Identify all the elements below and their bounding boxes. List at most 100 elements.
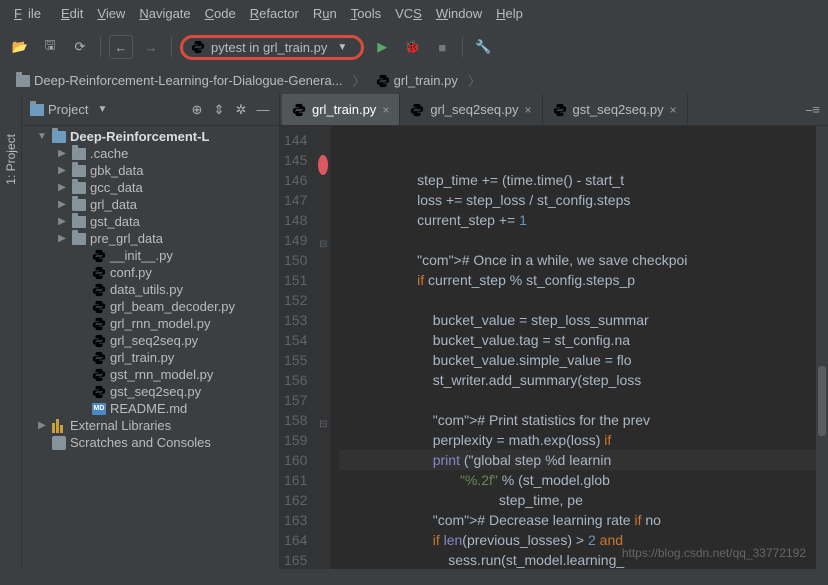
project-panel-title: Project [48, 102, 88, 117]
menu-edit[interactable]: Edit [55, 4, 89, 23]
tree-file[interactable]: grl_rnn_model.py [22, 315, 279, 332]
project-tree[interactable]: ▼ Deep-Reinforcement-L ▶.cache▶gbk_data▶… [22, 126, 279, 569]
markdown-icon: MD [92, 403, 106, 415]
folder-icon [72, 182, 86, 194]
tree-file-readme[interactable]: MD README.md [22, 400, 279, 417]
menu-help[interactable]: Help [490, 4, 529, 23]
tool-window-button-project[interactable]: 1: Project [4, 134, 18, 185]
expand-toggle-icon[interactable]: ▶ [56, 165, 68, 176]
tree-file[interactable]: __init__.py [22, 247, 279, 264]
code-content[interactable]: step_time += (time.time() - start_t loss… [331, 126, 816, 569]
menu-tools[interactable]: Tools [345, 4, 387, 23]
python-icon [292, 103, 306, 117]
run-configuration-selector[interactable]: pytest in grl_train.py ▼ [180, 35, 364, 60]
tree-dir[interactable]: ▶.cache [22, 145, 279, 162]
tree-file[interactable]: gst_rnn_model.py [22, 366, 279, 383]
menu-refactor[interactable]: Refactor [244, 4, 305, 23]
expand-all-icon[interactable]: ⇕ [211, 102, 227, 118]
scrollbar-thumb[interactable] [818, 366, 826, 436]
menu-vcs[interactable]: VCS [389, 4, 428, 23]
folder-icon [72, 165, 86, 177]
locate-icon[interactable]: ⊕ [189, 102, 205, 118]
tree-file[interactable]: data_utils.py [22, 281, 279, 298]
project-panel-header: Project ▼ ⊕ ⇕ ✲ — [22, 94, 279, 126]
breakpoint-icon[interactable] [318, 155, 328, 175]
expand-toggle-icon[interactable]: ▶ [56, 233, 68, 244]
tree-dir[interactable]: ▶pre_grl_data [22, 230, 279, 247]
nav-back-button[interactable]: ← [109, 35, 133, 59]
editor-tab[interactable]: gst_seq2seq.py× [543, 94, 688, 125]
folder-icon [16, 75, 30, 87]
editor-tab[interactable]: grl_seq2seq.py× [400, 94, 542, 125]
chevron-down-icon: ▼ [337, 42, 347, 53]
editor-vertical-scrollbar[interactable] [816, 126, 828, 569]
watermark-text: https://blog.csdn.net/qq_33772192 [622, 543, 806, 563]
python-icon [376, 74, 390, 88]
python-icon [92, 249, 106, 263]
chevron-down-icon[interactable]: ▼ [94, 104, 110, 115]
menu-view[interactable]: View [91, 4, 131, 23]
tree-file[interactable]: gst_seq2seq.py [22, 383, 279, 400]
tree-root[interactable]: ▼ Deep-Reinforcement-L [22, 128, 279, 145]
close-tab-icon[interactable]: × [382, 103, 389, 117]
python-icon [92, 283, 106, 297]
python-icon [92, 368, 106, 382]
menu-bar: File Edit View Navigate Code Refactor Ru… [0, 0, 828, 27]
hide-icon[interactable]: — [255, 102, 271, 117]
menu-run[interactable]: Run [307, 4, 343, 23]
scratches-icon [52, 436, 66, 450]
main-toolbar: 📂 🖫 ⟳ ← → pytest in grl_train.py ▼ ▶ 🐞 ■… [0, 27, 828, 67]
menu-code[interactable]: Code [199, 4, 242, 23]
tree-dir[interactable]: ▶gcc_data [22, 179, 279, 196]
tree-dir[interactable]: ▶gst_data [22, 213, 279, 230]
tree-file[interactable]: grl_beam_decoder.py [22, 298, 279, 315]
expand-toggle-icon[interactable]: ▶ [56, 199, 68, 210]
tabs-more-icon[interactable]: ⎯≡ [798, 102, 828, 118]
run-button[interactable]: ▶ [370, 35, 394, 59]
menu-window[interactable]: Window [430, 4, 488, 23]
close-tab-icon[interactable]: × [525, 103, 532, 117]
stop-button[interactable]: ■ [430, 35, 454, 59]
expand-toggle-icon[interactable]: ▼ [36, 131, 48, 142]
tree-dir[interactable]: ▶gbk_data [22, 162, 279, 179]
open-icon[interactable]: 📂 [8, 35, 32, 59]
settings-icon[interactable]: ✲ [233, 102, 249, 118]
python-icon [191, 40, 205, 54]
tool-window-stripe-left: 1: Project [0, 94, 22, 569]
code-editor[interactable]: 1441451461471481491501511521531541551561… [280, 126, 828, 569]
expand-toggle-icon[interactable]: ▶ [56, 148, 68, 159]
expand-toggle-icon[interactable]: ▶ [36, 420, 48, 431]
breakpoints-gutter[interactable]: ⊟⊟ [315, 126, 331, 569]
tree-external-libraries[interactable]: ▶ External Libraries [22, 417, 279, 434]
tree-dir[interactable]: ▶grl_data [22, 196, 279, 213]
refresh-icon[interactable]: ⟳ [68, 35, 92, 59]
library-icon [52, 419, 66, 433]
python-icon [410, 103, 424, 117]
save-all-icon[interactable]: 🖫 [38, 35, 62, 59]
tree-file[interactable]: grl_train.py [22, 349, 279, 366]
expand-toggle-icon[interactable]: ▶ [56, 216, 68, 227]
tree-scratches[interactable]: Scratches and Consoles [22, 434, 279, 451]
python-icon [92, 300, 106, 314]
breadcrumb-file[interactable]: grl_train.py [370, 71, 464, 90]
close-tab-icon[interactable]: × [670, 103, 677, 117]
fold-icon[interactable]: ⊟ [315, 235, 331, 255]
wrench-icon[interactable]: 🔧 [471, 35, 495, 59]
editor-tab[interactable]: grl_train.py× [282, 94, 400, 125]
debug-button[interactable]: 🐞 [400, 35, 424, 59]
fold-icon[interactable]: ⊟ [315, 415, 331, 435]
tree-file[interactable]: grl_seq2seq.py [22, 332, 279, 349]
tree-file[interactable]: conf.py [22, 264, 279, 281]
python-icon [92, 266, 106, 280]
expand-toggle-icon[interactable]: ▶ [56, 182, 68, 193]
project-tool-window: Project ▼ ⊕ ⇕ ✲ — ▼ Deep-Reinforcement-L… [22, 94, 280, 569]
nav-forward-button[interactable]: → [139, 35, 163, 59]
chevron-right-icon: 〉 [468, 71, 481, 90]
menu-navigate[interactable]: Navigate [133, 4, 196, 23]
chevron-right-icon: 〉 [353, 71, 366, 90]
editor-area: grl_train.py×grl_seq2seq.py×gst_seq2seq.… [280, 94, 828, 569]
menu-file[interactable]: File [8, 4, 53, 23]
run-configuration-label: pytest in grl_train.py [211, 40, 327, 55]
breadcrumb-root[interactable]: Deep-Reinforcement-Learning-for-Dialogue… [10, 71, 349, 90]
python-icon [92, 334, 106, 348]
